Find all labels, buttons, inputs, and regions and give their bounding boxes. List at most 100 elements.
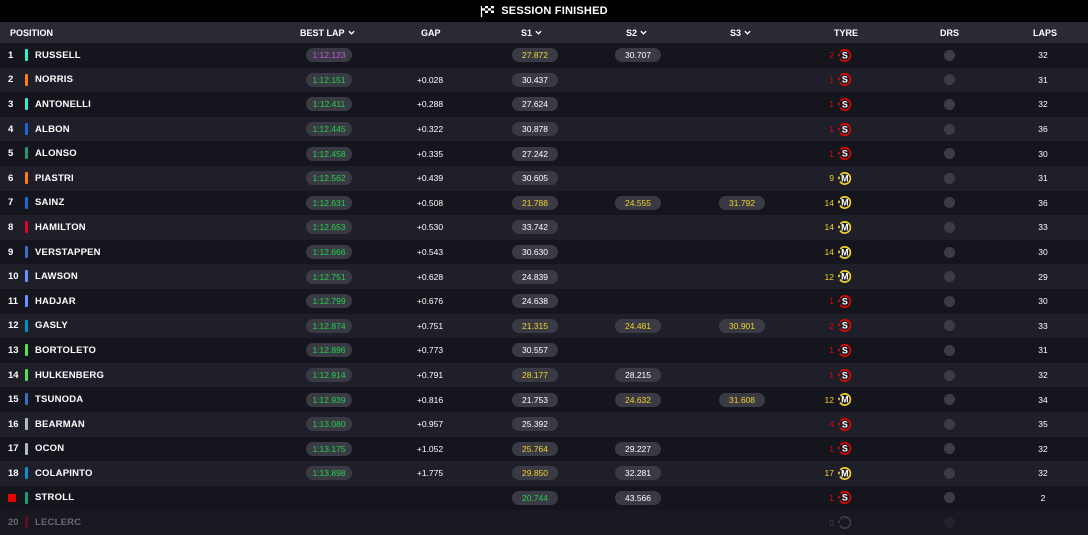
table-row[interactable]: 16 BEARMAN 1:13.080 +0.957 25.392 4 S 35	[0, 411, 1088, 437]
table-row[interactable]: STROLL 20.744 43.566 1 S 2	[0, 485, 1088, 511]
team-color-bar	[25, 122, 28, 135]
tyre-cell: 1S	[820, 117, 866, 142]
tyre-age: 12	[824, 394, 834, 405]
svg-text:S: S	[842, 444, 848, 454]
table-row[interactable]: 14 HULKENBERG 1:12.914 +0.791 28.177 28.215 1 S…	[0, 362, 1088, 388]
gap-value: +0.816	[416, 394, 444, 405]
position-cell	[8, 486, 24, 511]
table-row[interactable]: 10 LAWSON 1:12.751 +0.628 24.839 12 M 29	[0, 264, 1088, 289]
table-row[interactable]: 3 ANTONELLI 1:12.411 +0.288 27.624 1 S 32	[0, 92, 1088, 117]
gap-cell: +0.288	[405, 92, 455, 117]
table-row[interactable]: 18 COLAPINTO 1:13.898 +1.775 29.850 32.281 17 M…	[0, 461, 1088, 486]
header-s2[interactable]: S2	[626, 22, 647, 43]
svg-text:S: S	[842, 124, 848, 134]
sector-s1-time: 30.630	[512, 245, 558, 260]
drs-cell	[942, 166, 956, 191]
header-s1[interactable]: S1	[521, 22, 542, 43]
team-color-bar	[25, 294, 28, 307]
best-lap-cell: 1:12.653	[306, 215, 352, 240]
table-row[interactable]: 11 HADJAR 1:12.799 +0.676 24.638 1 S 30	[0, 288, 1088, 314]
svg-text:S: S	[842, 419, 848, 429]
position-cell: 6	[8, 166, 24, 191]
position-cell: 13	[8, 338, 24, 363]
position-cell: 5	[8, 141, 24, 166]
table-row[interactable]: 9 VERSTAPPEN 1:12.666 +0.543 30.630 14 M 30	[0, 239, 1088, 265]
sector-s3-time: 31.608	[719, 392, 765, 407]
driver-name-cell: COLAPINTO	[35, 461, 93, 486]
svg-text:S: S	[842, 75, 848, 85]
sector-s2-time: 29.227	[615, 441, 661, 456]
header-s3[interactable]: S3	[730, 22, 751, 43]
drs-indicator-icon	[943, 123, 955, 135]
table-row[interactable]: 8 HAMILTON 1:12.653 +0.530 33.742 14 M 33	[0, 215, 1088, 240]
driver-name: COLAPINTO	[35, 467, 93, 479]
sector-s2-cell: 24.632	[615, 387, 661, 412]
svg-text:M: M	[841, 173, 848, 183]
tyre-cell: 2S	[820, 43, 866, 68]
best-lap-cell: 1:12.123	[306, 43, 352, 68]
driver-name-cell: SAINZ	[35, 191, 65, 216]
drs-indicator-icon	[943, 517, 955, 529]
tyre-cell: 1S	[820, 338, 866, 363]
table-row[interactable]: 6 PIASTRI 1:12.562 +0.439 30.605 9 M 31	[0, 165, 1088, 191]
sector-s1-time: 30.878	[512, 122, 558, 137]
best-lap-cell: 1:12.799	[306, 289, 352, 314]
drs-indicator-icon	[943, 172, 955, 184]
table-row[interactable]: 2 NORRIS 1:12.151 +0.028 30.437 1 S 31	[0, 67, 1088, 93]
driver-name-cell: ALONSO	[35, 141, 77, 166]
drs-indicator-icon	[943, 221, 955, 233]
team-color-bar	[25, 491, 28, 504]
soft-tyre-icon: S	[838, 343, 852, 357]
driver-name: BORTOLETO	[35, 344, 97, 356]
header-best-lap[interactable]: BEST LAP	[300, 22, 355, 43]
table-row[interactable]: 5 ALONSO 1:12.458 +0.335 27.242 1 S 30	[0, 141, 1088, 166]
best-lap-cell: 1:12.914	[306, 363, 352, 388]
table-row[interactable]: 17 OCON 1:13.175 +1.052 25.764 29.227 1 S 32	[0, 436, 1088, 462]
driver-name-cell: LAWSON	[35, 264, 78, 289]
table-row[interactable]: 20 LECLERC 0	[0, 510, 1088, 535]
drs-indicator-icon	[943, 492, 955, 504]
sector-s1-time: 20.744	[512, 490, 558, 505]
position-number: 14	[8, 369, 19, 381]
position-number: 9	[8, 246, 14, 258]
best-lap-cell: 1:12.411	[306, 92, 352, 117]
laps-cell: 30	[1030, 240, 1056, 265]
team-color-bar	[25, 467, 28, 480]
table-row[interactable]: 15 TSUNODA 1:12.939 +0.816 21.753 24.632 31.60…	[0, 387, 1088, 412]
position-number: 3	[8, 98, 14, 110]
laps-value: 29	[1038, 271, 1048, 282]
laps-value: 32	[1038, 468, 1048, 479]
position-number: 4	[8, 123, 14, 135]
table-row[interactable]: 13 BORTOLETO 1:12.896 +0.773 30.557 1 S 31	[0, 338, 1088, 363]
laps-value: 31	[1038, 173, 1048, 184]
tyre-age: 1	[829, 345, 834, 356]
best-lap-cell: 1:12.939	[306, 387, 352, 412]
tyre-icon	[838, 516, 852, 530]
table-row[interactable]: 4 ALBON 1:12.445 +0.322 30.878 1 S 36	[0, 116, 1088, 142]
gap-value: +0.439	[416, 173, 444, 184]
drs-cell	[942, 363, 956, 388]
drs-indicator-icon	[943, 49, 955, 61]
drs-indicator-icon	[943, 246, 955, 258]
team-color-bar	[25, 171, 28, 184]
position-cell: 10	[8, 264, 24, 289]
best-lap-cell: 1:12.874	[306, 314, 352, 339]
team-color-bar	[25, 516, 28, 529]
position-number: 8	[8, 221, 14, 233]
table-row[interactable]: 12 GASLY 1:12.874 +0.751 21.315 24.481 30.901 2…	[0, 313, 1088, 339]
tyre-age: 0	[829, 517, 834, 528]
best-lap-cell: 1:12.631	[306, 191, 352, 216]
drs-indicator-icon	[943, 369, 955, 381]
tyre-age: 1	[829, 148, 834, 159]
tyre-age: 4	[829, 419, 834, 430]
tyre-age: 1	[829, 99, 834, 110]
driver-name-cell: VERSTAPPEN	[35, 240, 101, 265]
gap-cell: +0.676	[405, 289, 455, 314]
soft-tyre-icon: S	[838, 48, 852, 62]
tyre-cell: 2S	[820, 314, 866, 339]
best-lap-time: 1:13.080	[306, 417, 352, 432]
table-row[interactable]: 7 SAINZ 1:12.631 +0.508 21.788 24.555 31.792 14…	[0, 190, 1088, 216]
header-tyre: TYRE	[834, 27, 859, 38]
table-row[interactable]: 1 RUSSELL 1:12.123 27.872 30.707 2 S 32	[0, 43, 1088, 68]
driver-name: HAMILTON	[35, 221, 86, 233]
